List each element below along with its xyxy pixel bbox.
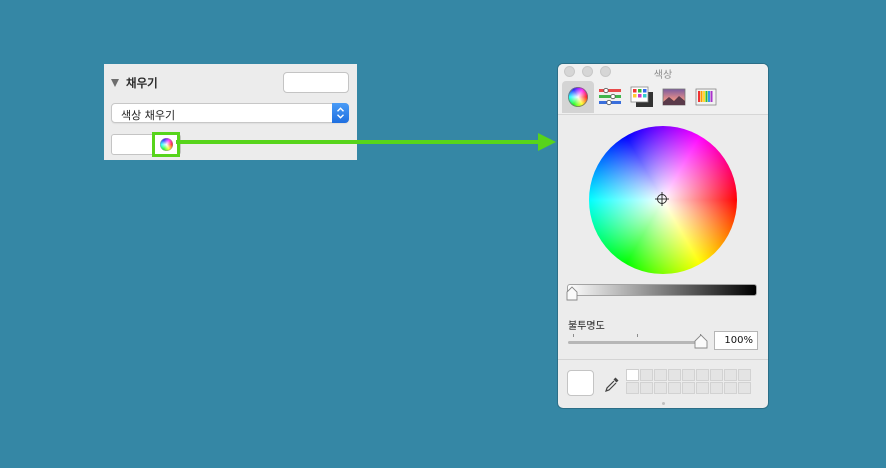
saved-swatch-cell[interactable]: [654, 369, 667, 381]
brightness-slider[interactable]: [566, 284, 757, 301]
opacity-input[interactable]: 100%: [714, 331, 758, 350]
opacity-slider[interactable]: [568, 341, 703, 344]
saved-swatch-cell[interactable]: [682, 369, 695, 381]
saved-swatch-cell[interactable]: [724, 382, 737, 394]
saved-swatch-cell[interactable]: [710, 369, 723, 381]
sliders-icon: [599, 87, 621, 106]
tab-image-palettes[interactable]: [658, 81, 690, 113]
saved-swatch-cell[interactable]: [654, 382, 667, 394]
saved-swatch-cell[interactable]: [668, 369, 681, 381]
fill-section-title: 채우기: [126, 76, 158, 90]
colors-window: 색상 불투명도 100%: [558, 64, 768, 408]
image-palette-icon: [662, 88, 686, 106]
fill-type-select[interactable]: 색상 채우기: [111, 103, 349, 123]
palettes-icon: [630, 86, 653, 107]
color-wheel[interactable]: [589, 126, 737, 274]
saved-swatch-cell[interactable]: [640, 369, 653, 381]
saved-swatch-cell[interactable]: [626, 369, 639, 381]
opacity-label: 불투명도: [568, 321, 605, 332]
opacity-tick: [573, 334, 574, 337]
pencils-icon: [695, 88, 717, 106]
fill-type-selected-value: 색상 채우기: [121, 109, 176, 122]
pointer-arrow: [176, 133, 556, 151]
select-stepper-icon[interactable]: [332, 103, 349, 123]
saved-swatch-cell[interactable]: [626, 382, 639, 394]
saved-swatch-cell[interactable]: [710, 382, 723, 394]
divider: [558, 359, 768, 360]
saved-swatch-cell[interactable]: [668, 382, 681, 394]
saved-swatch-cell[interactable]: [738, 382, 751, 394]
saved-swatches-grid: [626, 369, 751, 394]
tab-color-wheel[interactable]: [562, 81, 594, 113]
current-color-swatch[interactable]: [567, 370, 594, 396]
window-title: 색상: [653, 70, 673, 81]
fill-section-header[interactable]: 채우기: [111, 75, 158, 91]
saved-swatch-cell[interactable]: [682, 382, 695, 394]
saved-swatch-cell[interactable]: [738, 369, 751, 381]
saved-swatch-cell[interactable]: [696, 369, 709, 381]
colors-window-toolbar: 색상: [558, 64, 768, 115]
saved-swatch-cell[interactable]: [696, 382, 709, 394]
opacity-tick: [637, 334, 638, 337]
desktop: 채우기 색상 채우기 색상 불투명도 100%: [0, 0, 886, 468]
fill-preview-swatch[interactable]: [283, 72, 349, 93]
color-wheel-icon: [159, 138, 173, 151]
brightness-slider-knob[interactable]: [566, 286, 578, 301]
saved-swatch-cell[interactable]: [640, 382, 653, 394]
saved-swatch-cell[interactable]: [724, 369, 737, 381]
disclosure-triangle-icon[interactable]: [111, 79, 119, 87]
tab-pencils[interactable]: [690, 81, 722, 113]
resize-grip[interactable]: [662, 402, 665, 405]
color-wheel-icon: [568, 87, 588, 107]
tab-color-sliders[interactable]: [594, 81, 626, 113]
tab-color-palettes[interactable]: [626, 81, 658, 113]
eyedropper-icon[interactable]: [603, 375, 621, 393]
opacity-slider-knob[interactable]: [694, 334, 708, 349]
